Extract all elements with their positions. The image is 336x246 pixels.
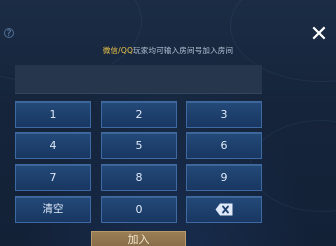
close-icon: ✕ [309, 22, 329, 47]
key-1[interactable]: 1 [15, 101, 91, 128]
join-room-dialog: ? ✕ 微信/QQ玩家均可输入房间号加入房间 1 2 3 4 5 6 7 8 9… [0, 0, 336, 246]
join-button[interactable]: 加入 [91, 231, 186, 246]
room-number-input[interactable] [15, 64, 262, 94]
key-0[interactable]: 0 [101, 196, 177, 223]
help-icon[interactable]: ? [4, 28, 14, 39]
backspace-icon [215, 203, 233, 215]
key-5[interactable]: 5 [101, 132, 177, 159]
delete-button[interactable] [186, 196, 262, 223]
key-7[interactable]: 7 [15, 164, 91, 191]
close-button[interactable]: ✕ [308, 24, 330, 46]
key-3[interactable]: 3 [186, 101, 262, 128]
join-hint: 微信/QQ玩家均可输入房间号加入房间 [0, 45, 336, 56]
key-9[interactable]: 9 [186, 164, 262, 191]
hint-highlight: 微信/QQ [102, 46, 134, 55]
clear-button[interactable]: 清空 [15, 196, 91, 223]
hint-text: 玩家均可输入房间号加入房间 [133, 46, 234, 55]
background-swirl [250, 120, 336, 212]
key-6[interactable]: 6 [186, 132, 262, 159]
key-2[interactable]: 2 [101, 101, 177, 128]
key-8[interactable]: 8 [101, 164, 177, 191]
key-4[interactable]: 4 [15, 132, 91, 159]
